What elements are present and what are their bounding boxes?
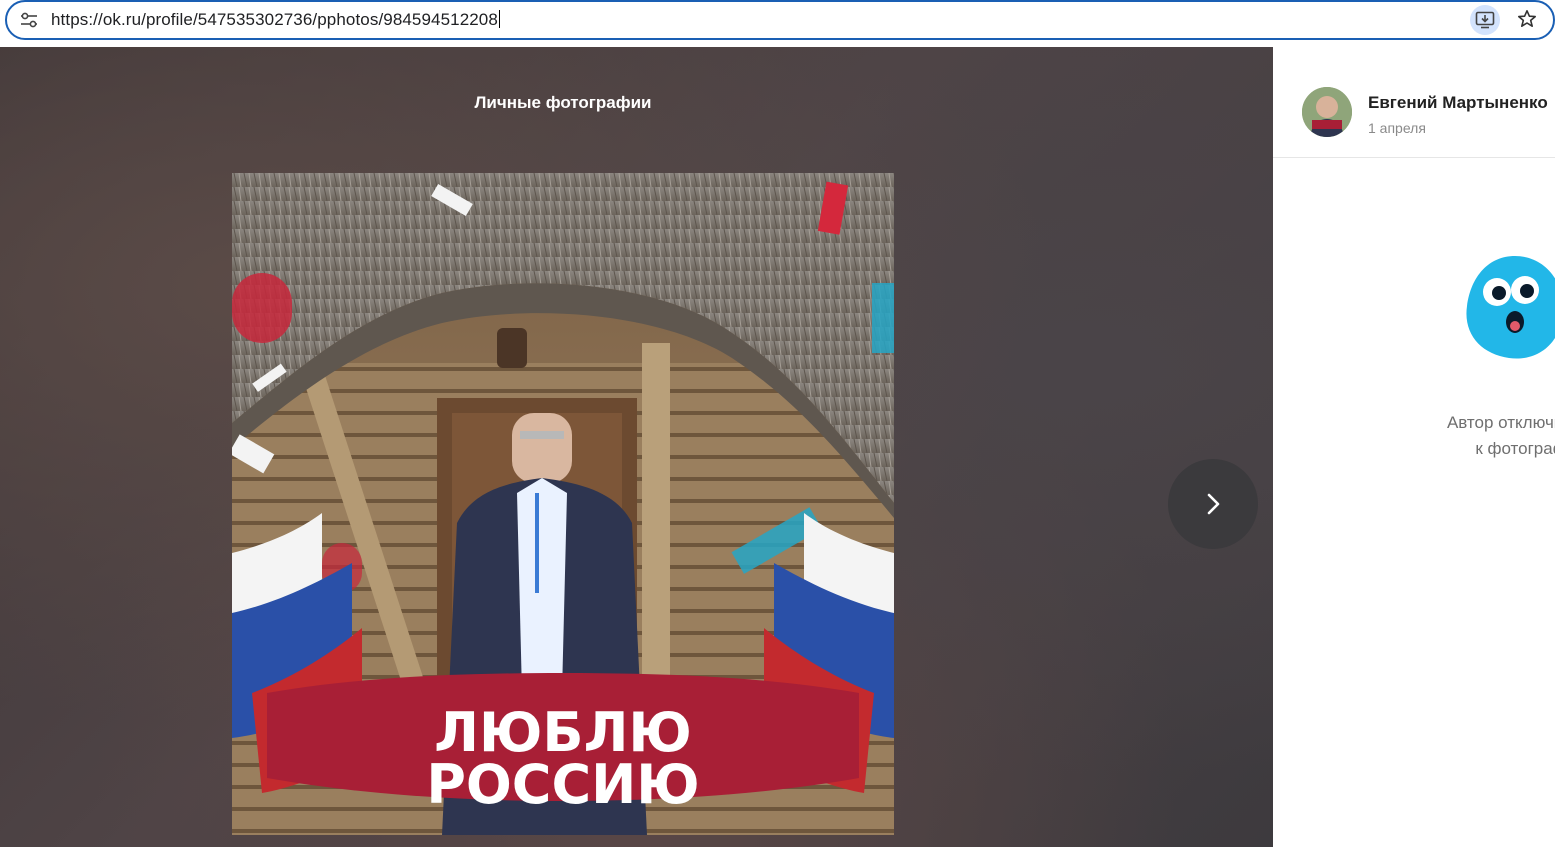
surprised-face-icon [1465,252,1555,364]
banner-text-line2: РОССИЮ [426,753,699,816]
photo-image[interactable]: ЛЮБЛЮ РОССИЮ [232,173,894,835]
photo-viewer: Личные фотографии ЛЮБЛЮ РОССИЮ [0,47,1273,847]
next-photo-button[interactable] [1168,459,1258,549]
avatar[interactable] [1302,87,1352,137]
chevron-right-icon [1207,493,1220,515]
comments-disabled-line1: Автор отключил ко [1446,413,1555,432]
post-date: 1 апреля [1368,120,1426,136]
author-header: Евгений Мартыненко 1 апреля [1273,47,1555,158]
author-name[interactable]: Евгений Мартыненко [1368,93,1548,113]
address-bar[interactable]: https://ok.ru/profile/547535302736/pphot… [5,0,1555,40]
comments-disabled-line2: к фотограф [1475,439,1555,458]
tune-icon[interactable] [19,11,39,29]
comments-disabled-message: Автор отключил ко к фотограф [1396,410,1555,462]
url-text[interactable]: https://ok.ru/profile/547535302736/pphot… [51,10,500,30]
photo-sidebar: Евгений Мартыненко 1 апреля Автор отключ… [1273,47,1555,847]
album-title: Личные фотографии [474,93,652,112]
install-app-icon[interactable] [1470,5,1500,35]
star-icon[interactable] [1516,8,1538,30]
browser-toolbar: https://ok.ru/profile/547535302736/pphot… [0,0,1555,47]
